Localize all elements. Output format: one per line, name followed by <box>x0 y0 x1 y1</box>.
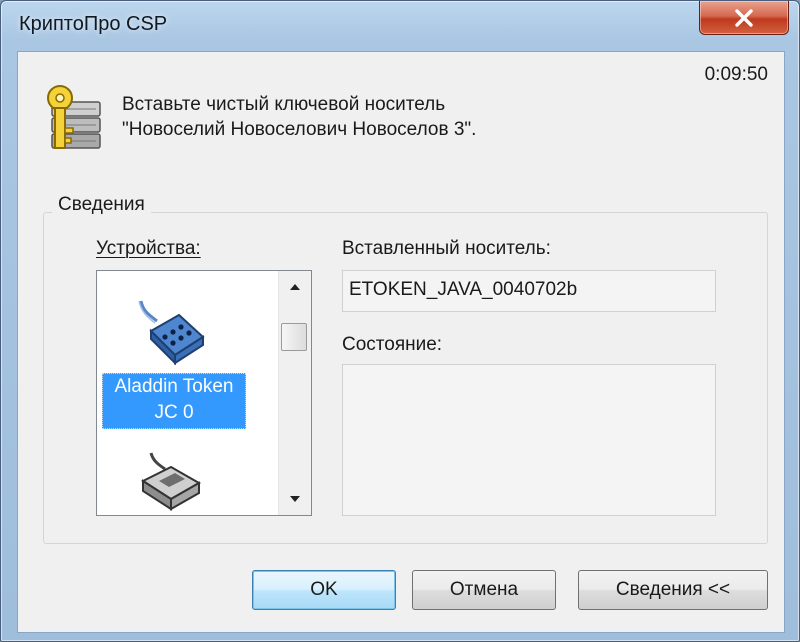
dialog-window: КриптоПро CSP 0:09:50 Вставьте чистый кл… <box>0 0 800 642</box>
details-toggle-button[interactable]: Сведения << <box>578 570 768 610</box>
status-label: Состояние: <box>342 334 443 355</box>
instruction-line-2: "Новоселий Новоселович Новоселов 3". <box>122 119 477 140</box>
device-item-aladdin-token[interactable]: Aladdin Token JC 0 <box>102 373 246 429</box>
devices-scrollbar[interactable] <box>278 271 311 515</box>
devices-label: Устройства: <box>96 238 201 259</box>
scroll-down-button[interactable] <box>279 483 311 515</box>
device-item-label-line-2: JC 0 <box>154 402 194 423</box>
close-button[interactable] <box>699 1 789 35</box>
inserted-media-field: ETOKEN_JAVA_0040702b <box>342 270 716 312</box>
instruction-message: Вставьте чистый ключевой носитель "Новос… <box>122 92 476 142</box>
details-group-label: Сведения <box>52 194 151 216</box>
scroll-thumb[interactable] <box>281 323 307 351</box>
arrow-down-icon <box>290 496 300 502</box>
dialog-client-area: 0:09:50 Вставьте чистый ключевой носител… <box>17 51 785 633</box>
ok-button[interactable]: OK <box>252 570 396 610</box>
card-reader-icon <box>140 452 202 511</box>
countdown-timer: 0:09:50 <box>704 64 768 85</box>
usb-token-icon <box>138 300 205 366</box>
scroll-up-button[interactable] <box>279 271 311 303</box>
window-title: КриптоПро CSP <box>19 13 168 35</box>
arrow-up-icon <box>290 284 300 290</box>
cancel-button[interactable]: Отмена <box>412 570 556 610</box>
devices-listbox[interactable]: Aladdin Token JC 0 <box>96 270 312 516</box>
key-storage-icon <box>47 85 101 149</box>
close-icon <box>735 8 753 27</box>
instruction-line-1: Вставьте чистый ключевой носитель <box>122 94 446 115</box>
status-field <box>342 364 716 516</box>
device-item-label-line-1: Aladdin Token <box>114 376 234 397</box>
inserted-media-label: Вставленный носитель: <box>342 238 551 259</box>
